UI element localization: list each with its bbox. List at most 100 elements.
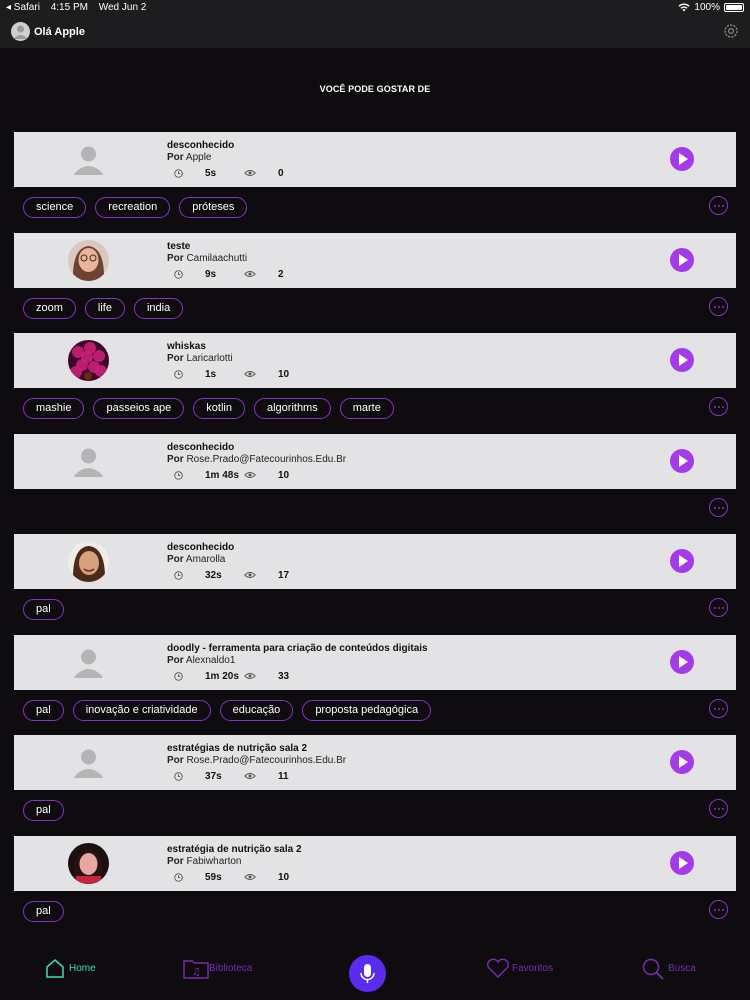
author-avatar <box>68 440 109 482</box>
back-to-safari[interactable]: ◂ Safari <box>6 2 40 13</box>
tag-chip[interactable]: kotlin <box>193 398 245 419</box>
tab-home-label: Home <box>69 963 96 974</box>
tag-chip[interactable]: pal <box>23 699 64 721</box>
view-count: 10 <box>278 369 290 380</box>
audio-card[interactable]: estratégias de nutrição sala 2 Por Rose.P… <box>14 735 736 790</box>
play-button[interactable] <box>670 247 694 272</box>
author-avatar <box>68 340 109 381</box>
play-button[interactable] <box>670 348 694 372</box>
audio-title: teste <box>167 240 191 252</box>
audio-card[interactable]: teste Por Camilaachutti 9s 2 <box>14 232 736 288</box>
author-name: Rose.Prado@Fatecourinhos.Edu.Br <box>186 755 347 766</box>
audio-title: estratégias de nutrição sala 2 <box>167 743 308 754</box>
author-prefix: Por <box>167 654 184 666</box>
audio-duration: 1m 20s <box>205 670 239 682</box>
tag-chip[interactable]: pal <box>23 599 64 620</box>
author-name: Apple <box>185 152 212 163</box>
tag-chip[interactable]: india <box>133 297 184 319</box>
list-item: whiskas Por Laricarlotti 1s 10 mashie passeio… <box>0 333 750 434</box>
play-button[interactable] <box>670 147 694 171</box>
tag-list: pal <box>23 800 64 821</box>
audio-card[interactable]: desconhecido Por Apple 5s 0 <box>14 132 736 187</box>
eye-icon <box>244 471 256 482</box>
audio-title: whiskas <box>167 341 206 352</box>
list-item: estratégia de nutrição sala 2 Por Fabiwha… <box>0 835 750 937</box>
author-name: Laricarlotti <box>186 353 233 364</box>
play-button[interactable] <box>670 649 694 674</box>
clock-icon <box>174 671 183 684</box>
author-avatar <box>68 239 109 281</box>
author-avatar <box>68 541 109 582</box>
tag-chip[interactable]: zoom <box>23 297 76 319</box>
tag-chip[interactable]: life <box>84 297 125 319</box>
tag-chip[interactable]: science <box>23 197 87 218</box>
app-header: Olá Apple <box>0 16 750 48</box>
audio-card[interactable]: desconhecido Por Amarolla 32s 17 <box>14 534 736 589</box>
clock-icon <box>174 772 183 784</box>
user-placeholder-icon <box>13 25 28 39</box>
author-prefix: Por <box>167 855 184 867</box>
tag-chip[interactable]: pal <box>23 900 64 922</box>
audio-card[interactable]: desconhecido Por Rose.Prado@Fatecourinhos… <box>14 433 736 489</box>
more-options-icon[interactable] <box>709 296 728 316</box>
more-options-icon[interactable] <box>709 899 728 919</box>
play-button[interactable] <box>670 850 694 875</box>
tag-chip[interactable]: próteses <box>179 197 248 218</box>
eye-icon <box>244 270 256 281</box>
more-options-icon[interactable] <box>709 497 728 517</box>
tag-list: pal inovação e criatividade educação propos… <box>23 699 432 721</box>
view-count: 0 <box>278 168 284 179</box>
tag-chip[interactable]: recreation <box>95 197 171 218</box>
eye-icon <box>244 571 256 582</box>
svg-text:♫: ♫ <box>192 967 201 978</box>
more-options-icon[interactable] <box>709 598 728 617</box>
tag-chip[interactable]: marte <box>339 398 394 419</box>
eye-icon <box>244 370 256 381</box>
audio-card[interactable]: whiskas Por Laricarlotti 1s 10 <box>14 333 736 388</box>
author-prefix: Por <box>167 554 184 565</box>
clock-icon <box>174 470 183 483</box>
tag-chip[interactable]: educação <box>219 699 294 721</box>
view-count: 10 <box>278 469 290 481</box>
tag-chip[interactable]: algorithms <box>253 398 331 419</box>
more-options-icon[interactable] <box>709 799 728 818</box>
tag-chip[interactable]: inovação e criatividade <box>72 699 211 721</box>
clock-icon <box>174 169 183 181</box>
audio-card[interactable]: doodly - ferramenta para criação de cont… <box>14 634 736 690</box>
audio-author: Por Rose.Prado@Fatecourinhos.Edu.Br <box>167 755 346 766</box>
tag-list: pal <box>23 900 64 922</box>
tag-chip[interactable]: passeios ape <box>93 398 185 419</box>
search-icon <box>642 958 664 980</box>
tag-chip[interactable]: proposta pedagógica <box>302 699 432 721</box>
clock-icon <box>174 872 183 885</box>
audio-author: Por Fabiwharton <box>167 856 241 867</box>
audio-author: Por Laricarlotti <box>167 353 233 364</box>
record-button[interactable] <box>349 955 386 992</box>
play-button[interactable] <box>670 750 694 774</box>
wifi-icon <box>678 3 690 12</box>
more-options-icon[interactable] <box>709 196 728 215</box>
audio-duration: 1m 48s <box>205 469 239 481</box>
audio-author: Por Rose.Prado@Fatecourinhos.Edu.Br <box>167 454 346 465</box>
audio-card[interactable]: estratégia de nutrição sala 2 Por Fabiwha… <box>14 835 736 891</box>
audio-title: estratégia de nutrição sala 2 <box>167 843 302 855</box>
view-count: 10 <box>278 871 290 883</box>
play-button[interactable] <box>670 448 694 473</box>
list-item: desconhecido Por Amarolla 32s 17 pal <box>0 534 750 635</box>
audio-duration: 9s <box>205 268 217 280</box>
author-prefix: Por <box>167 152 184 163</box>
play-button[interactable] <box>670 549 694 573</box>
more-options-icon[interactable] <box>709 698 728 718</box>
tag-chip[interactable]: mashie <box>23 398 85 419</box>
author-prefix: Por <box>167 252 184 264</box>
gear-icon[interactable] <box>722 22 740 40</box>
status-date: Wed Jun 2 <box>98 2 147 13</box>
clock-icon <box>174 370 183 382</box>
tab-search-label: Busca <box>668 963 696 974</box>
more-options-icon[interactable] <box>709 397 728 416</box>
author-prefix: Por <box>167 453 184 465</box>
view-count: 17 <box>278 570 290 581</box>
tag-list: science recreation próteses <box>23 197 248 218</box>
tag-chip[interactable]: pal <box>23 800 64 821</box>
user-avatar[interactable] <box>11 22 30 41</box>
